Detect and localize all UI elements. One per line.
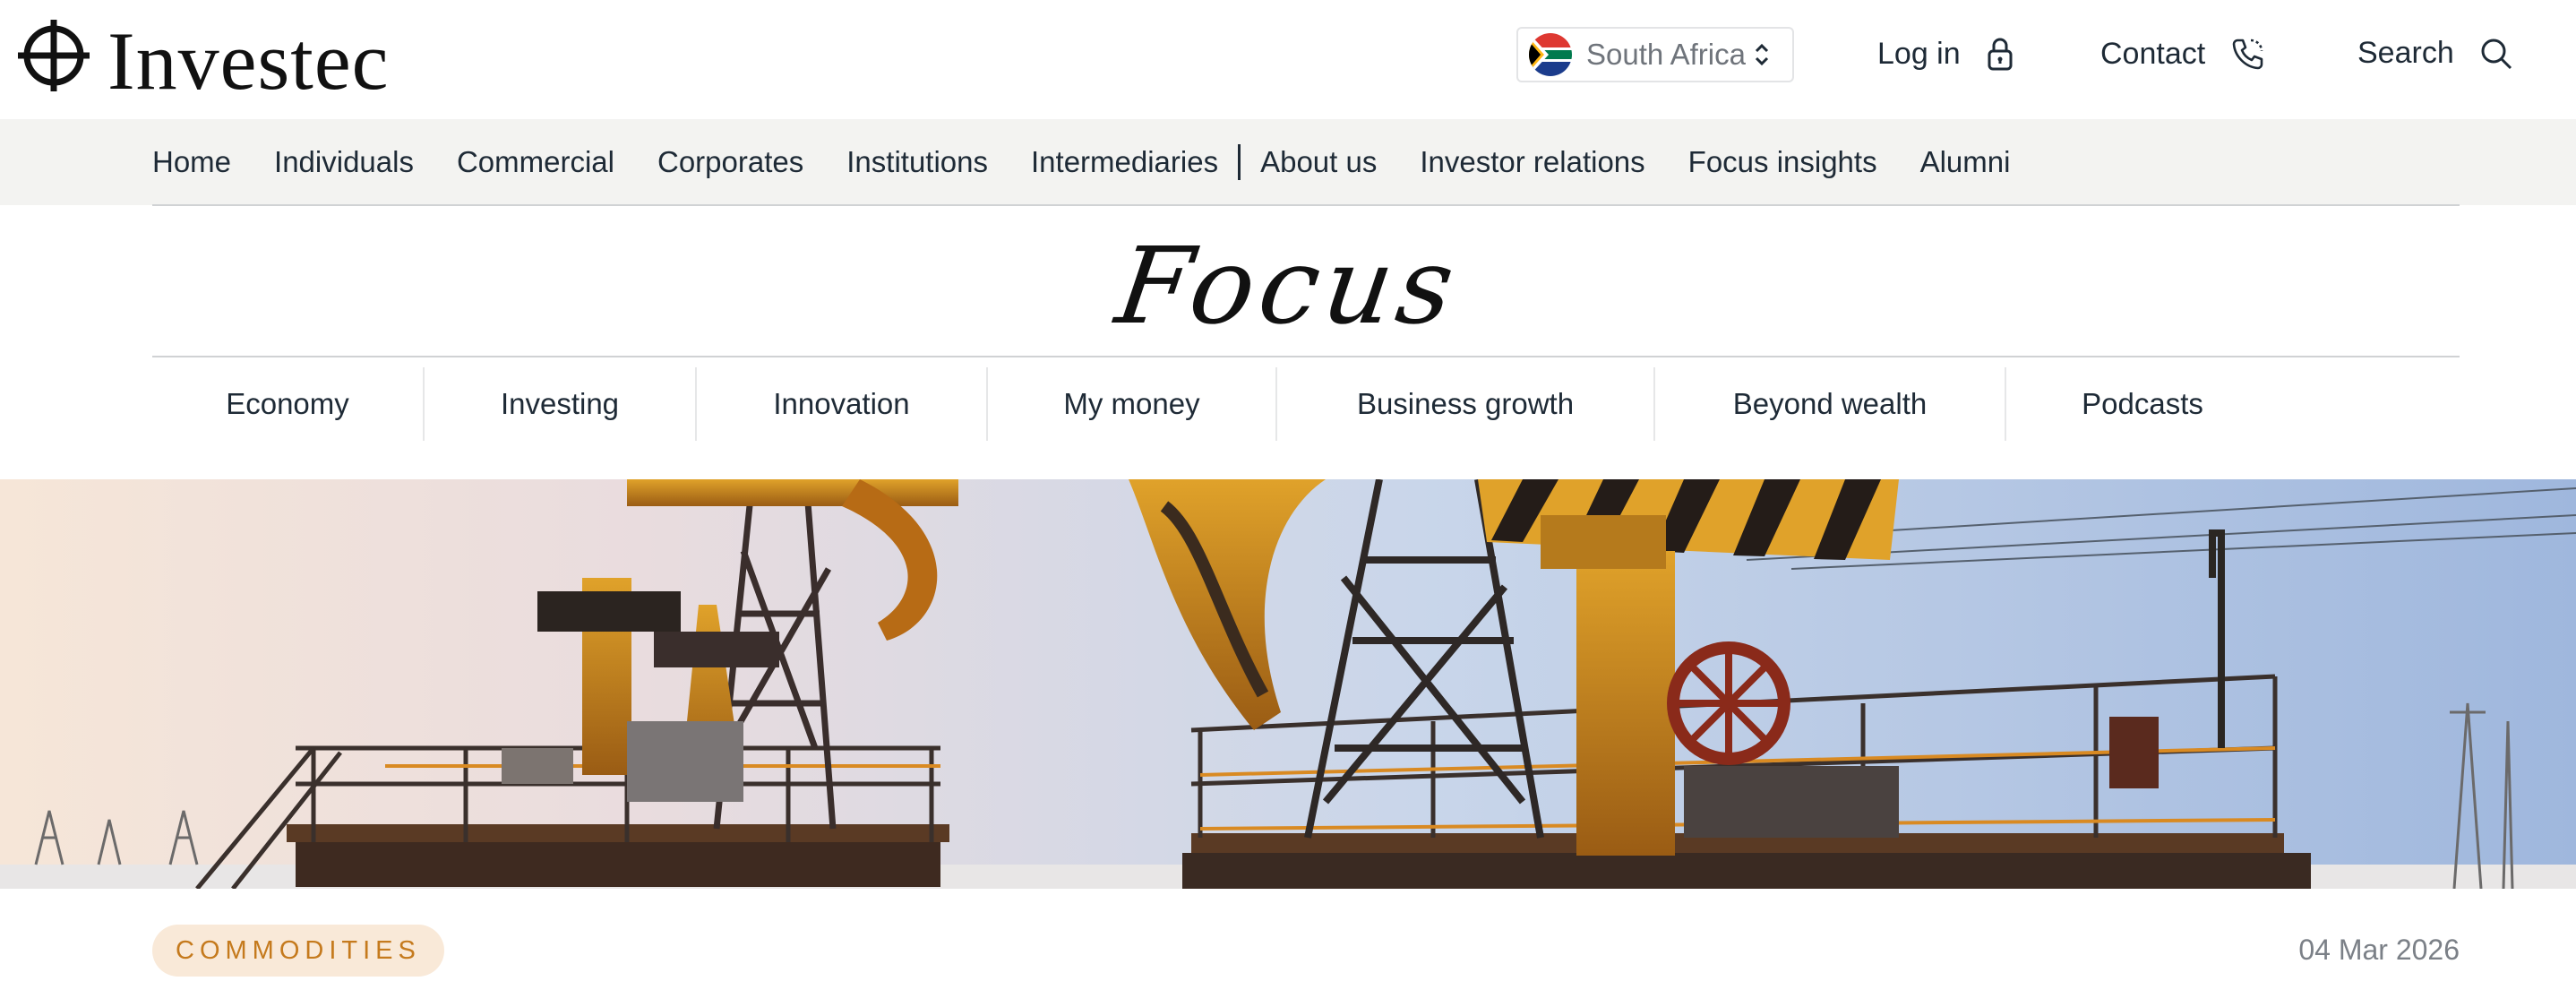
main-nav: Home Individuals Commercial Corporates I… bbox=[0, 119, 2576, 205]
nav-item-about-us[interactable]: About us bbox=[1260, 145, 1377, 179]
nav-item-institutions[interactable]: Institutions bbox=[846, 145, 988, 179]
category-my-money[interactable]: My money bbox=[988, 367, 1277, 441]
investec-logo[interactable]: Investec bbox=[16, 11, 390, 102]
category-beyond-wealth[interactable]: Beyond wealth bbox=[1655, 367, 2006, 441]
nav-item-intermediaries[interactable]: Intermediaries bbox=[1031, 145, 1218, 179]
oil-pumpjacks-image bbox=[0, 479, 2576, 889]
nav-item-alumni[interactable]: Alumni bbox=[1920, 145, 2011, 179]
south-africa-flag-icon bbox=[1529, 33, 1572, 76]
search-label: Search bbox=[2357, 36, 2454, 70]
lock-icon bbox=[1988, 38, 2013, 71]
search-icon bbox=[2481, 39, 2512, 69]
focus-divider-line bbox=[152, 356, 2460, 357]
nav-item-home[interactable]: Home bbox=[152, 145, 231, 179]
logo-wordmark: Investec bbox=[107, 15, 390, 107]
category-innovation[interactable]: Innovation bbox=[697, 367, 988, 441]
nav-item-individuals[interactable]: Individuals bbox=[274, 145, 414, 179]
article-date: 04 Mar 2026 bbox=[2298, 934, 2460, 966]
nav-divider bbox=[1238, 144, 1241, 180]
nav-item-commercial[interactable]: Commercial bbox=[457, 145, 614, 179]
crosshair-logo-icon bbox=[18, 20, 90, 91]
nav-divider-line bbox=[152, 204, 2460, 206]
nav-item-investor-relations[interactable]: Investor relations bbox=[1420, 145, 1644, 179]
contact-label: Contact bbox=[2100, 36, 2206, 71]
nav-item-corporates[interactable]: Corporates bbox=[657, 145, 803, 179]
phone-icon bbox=[2232, 39, 2263, 70]
category-podcasts[interactable]: Podcasts bbox=[2006, 367, 2279, 441]
main-nav-items: Home Individuals Commercial Corporates I… bbox=[152, 119, 2053, 205]
search-link[interactable]: Search bbox=[2357, 36, 2513, 71]
category-tag[interactable]: COMMODITIES bbox=[152, 925, 444, 977]
region-selector[interactable]: South Africa bbox=[1516, 27, 1794, 82]
contact-link[interactable]: Contact bbox=[2100, 36, 2266, 72]
focus-category-nav: Economy Investing Innovation My money Bu… bbox=[152, 367, 2279, 441]
focus-wordmark[interactable]: Focus bbox=[0, 224, 2576, 348]
chevron-updown-icon bbox=[1755, 43, 1769, 66]
region-label: South Africa bbox=[1586, 38, 1746, 71]
login-link[interactable]: Log in bbox=[1877, 36, 2014, 72]
category-investing[interactable]: Investing bbox=[425, 367, 697, 441]
top-bar: Investec South Africa Log in Contact Sea… bbox=[0, 0, 2576, 119]
category-economy[interactable]: Economy bbox=[152, 367, 425, 441]
nav-item-focus-insights[interactable]: Focus insights bbox=[1688, 145, 1877, 179]
category-business-growth[interactable]: Business growth bbox=[1277, 367, 1655, 441]
login-label: Log in bbox=[1877, 36, 1961, 71]
